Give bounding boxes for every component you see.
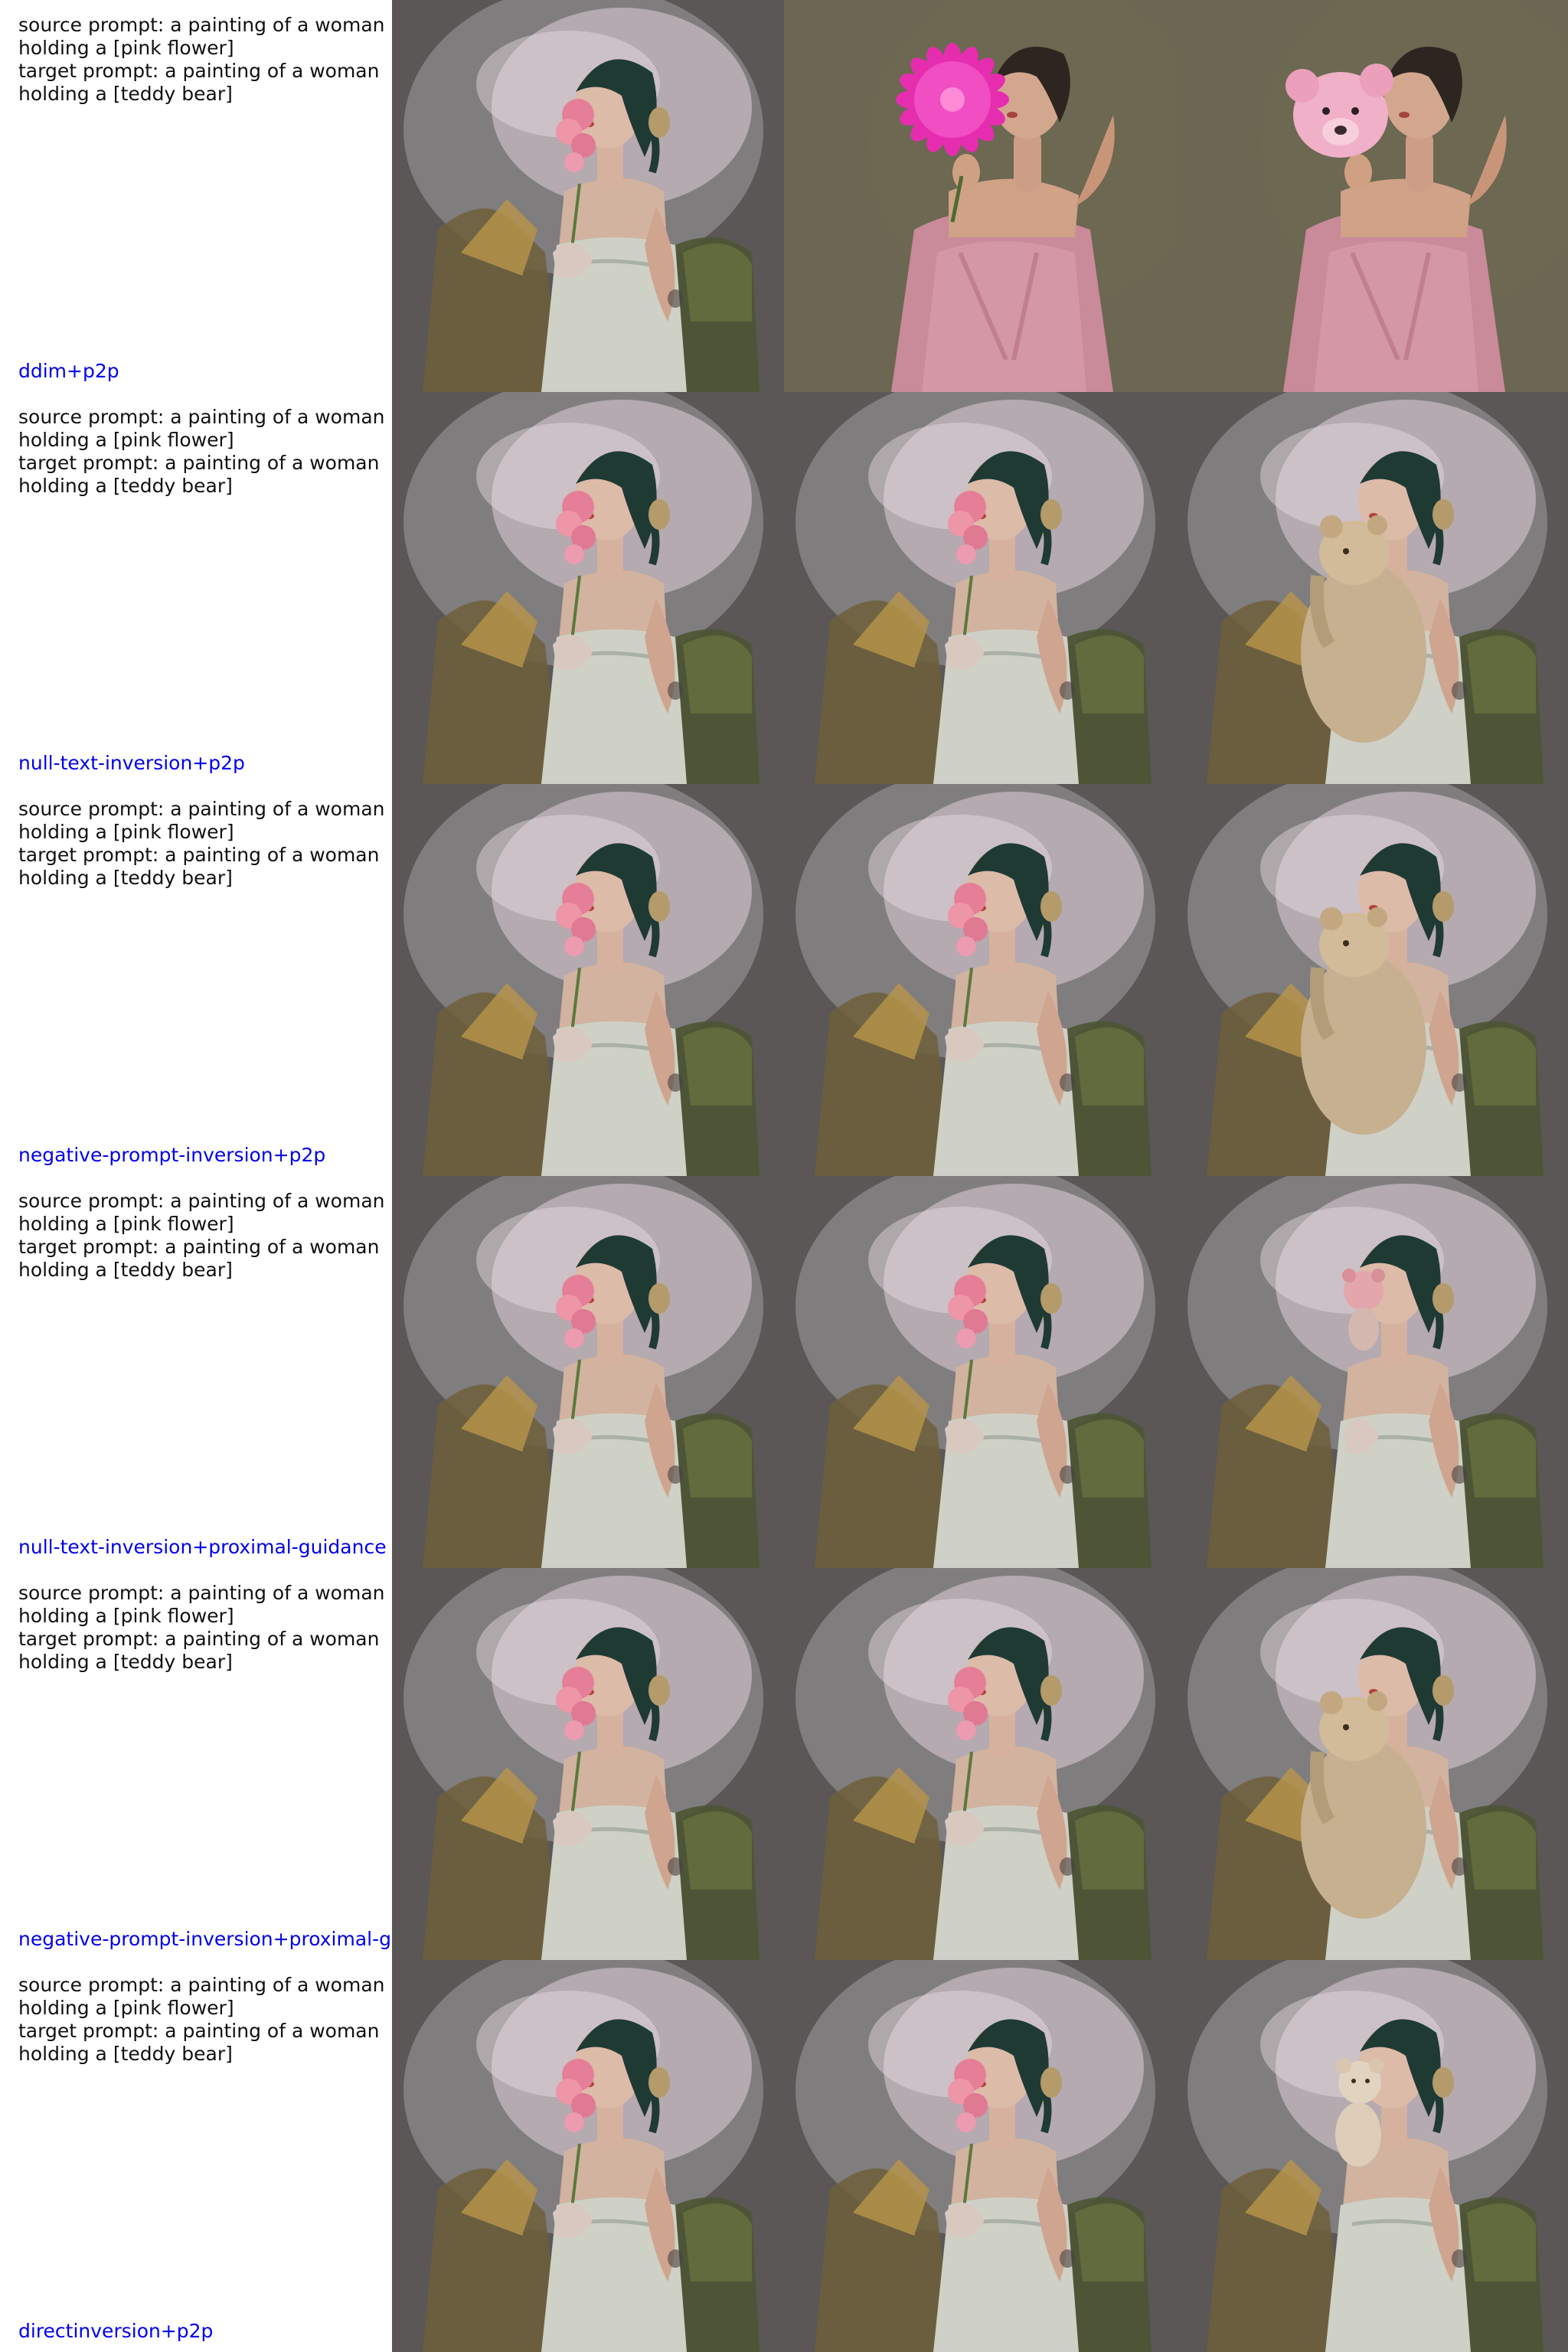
prompt-text: source prompt: a painting of a woman hol… — [18, 798, 385, 889]
result-image — [1176, 0, 1568, 392]
result-image — [784, 1568, 1176, 1960]
prompt-text: source prompt: a painting of a woman hol… — [18, 14, 385, 105]
result-image — [392, 1960, 784, 2352]
row-label-cell: source prompt: a painting of a woman hol… — [0, 0, 392, 392]
result-image — [784, 392, 1176, 784]
prompt-text: source prompt: a painting of a woman hol… — [18, 1974, 385, 2065]
result-image — [1176, 1960, 1568, 2352]
result-image — [1176, 392, 1568, 784]
method-label: null-text-inversion+p2p — [18, 752, 245, 774]
row-label-cell: source prompt: a painting of a woman hol… — [0, 1960, 392, 2352]
result-image — [1176, 1176, 1568, 1568]
row-label-cell: source prompt: a painting of a woman hol… — [0, 1568, 392, 1960]
result-image — [1176, 1568, 1568, 1960]
method-label: negative-prompt-inversion+proximal-g — [18, 1928, 391, 1950]
result-image — [784, 1960, 1176, 2352]
result-image — [784, 1176, 1176, 1568]
result-image — [392, 392, 784, 784]
result-image — [392, 0, 784, 392]
method-label: directinversion+p2p — [18, 2320, 214, 2342]
result-image — [392, 1176, 784, 1568]
row-label-cell: source prompt: a painting of a woman hol… — [0, 392, 392, 784]
method-label: negative-prompt-inversion+p2p — [18, 1144, 326, 1166]
result-image — [1176, 784, 1568, 1176]
method-label: null-text-inversion+proximal-guidance — [18, 1536, 387, 1558]
prompt-text: source prompt: a painting of a woman hol… — [18, 1190, 385, 1281]
row-label-cell: source prompt: a painting of a woman hol… — [0, 784, 392, 1176]
result-image — [784, 0, 1176, 392]
comparison-grid: source prompt: a painting of a woman hol… — [0, 0, 1568, 2352]
result-image — [392, 784, 784, 1176]
result-image — [784, 784, 1176, 1176]
method-label: ddim+p2p — [18, 360, 119, 382]
prompt-text: source prompt: a painting of a woman hol… — [18, 406, 385, 497]
prompt-text: source prompt: a painting of a woman hol… — [18, 1582, 385, 1673]
result-image — [392, 1568, 784, 1960]
row-label-cell: source prompt: a painting of a woman hol… — [0, 1176, 392, 1568]
